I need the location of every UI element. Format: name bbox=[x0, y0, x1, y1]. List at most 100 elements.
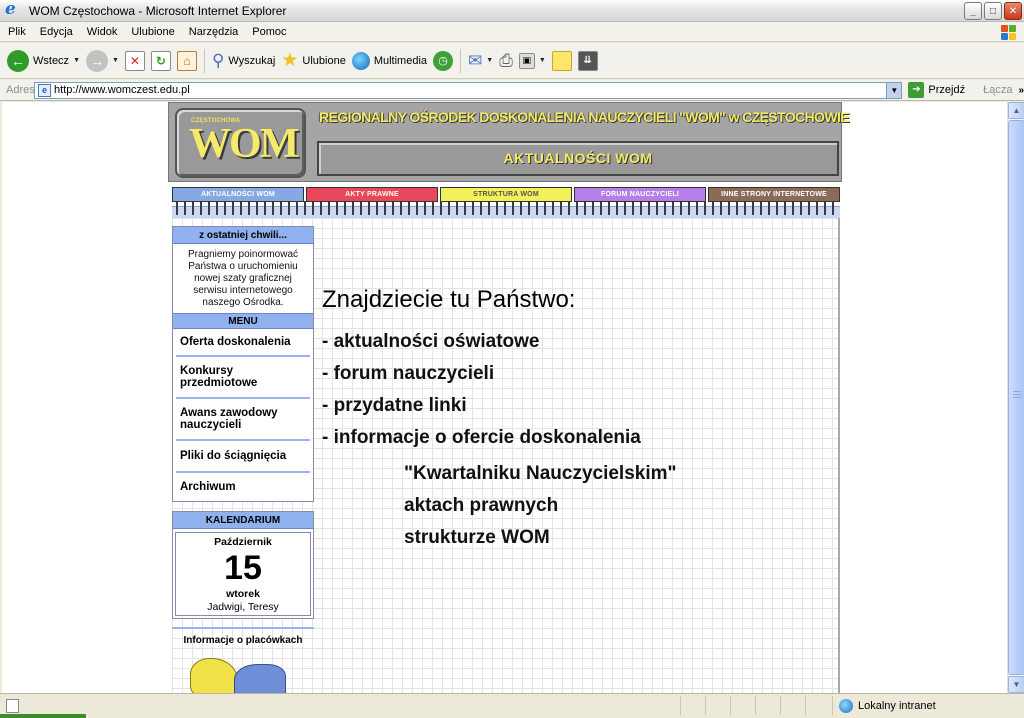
search-button[interactable]: ⚲ Wyszukaj bbox=[209, 46, 278, 76]
note-icon bbox=[551, 50, 572, 71]
minimize-button[interactable]: _ bbox=[964, 2, 982, 20]
nav-tab-structure[interactable]: STRUKTURA WOM bbox=[440, 187, 572, 202]
menu-item-archive[interactable]: Archiwum bbox=[176, 473, 310, 501]
menu-edit[interactable]: Edycja bbox=[33, 26, 80, 38]
nav-tab-news[interactable]: AKTUALNOŚCI WOM bbox=[172, 187, 304, 202]
calendar-panel: KALENDARIUM Październik 15 wtorek Jadwig… bbox=[172, 511, 314, 619]
news-flash-text: Pragniemy poinormować Państwa o uruchomi… bbox=[187, 249, 299, 308]
menu-heading: MENU bbox=[173, 313, 313, 329]
address-dropdown-icon[interactable]: ▼ bbox=[886, 82, 902, 98]
menu-bar: Plik Edycja Widok Ulubione Narzędzia Pom… bbox=[0, 22, 1024, 42]
calendar-weekday: wtorek bbox=[226, 588, 260, 600]
wom-page: CZĘSTOCHOWA WOM REGIONALNY OŚRODEK DOSKO… bbox=[168, 102, 850, 693]
links-label[interactable]: Łącza bbox=[983, 84, 1012, 96]
news-flash-heading: z ostatniej chwili... bbox=[173, 227, 313, 244]
menu-help[interactable]: Pomoc bbox=[245, 26, 293, 38]
news-flash-panel: z ostatniej chwili... Pragniemy poinormo… bbox=[172, 226, 314, 502]
status-pane bbox=[705, 696, 730, 715]
logo-text: WOM bbox=[189, 121, 299, 167]
restore-button[interactable]: □ bbox=[984, 2, 1002, 20]
favorites-button[interactable]: ★ Ulubione bbox=[278, 46, 348, 76]
status-pane bbox=[730, 696, 755, 715]
nav-tab-other-sites[interactable]: INNE STRONY INTERNETOWE bbox=[708, 187, 840, 202]
internet-explorer-icon bbox=[5, 0, 21, 19]
toolbar-separator bbox=[203, 48, 205, 73]
go-label: Przejdź bbox=[928, 84, 966, 96]
content-subitem: aktach prawnych bbox=[404, 495, 559, 516]
discuss-button[interactable] bbox=[549, 46, 575, 76]
stop-button[interactable]: ✕ bbox=[122, 46, 148, 76]
page-icon: e bbox=[38, 83, 51, 97]
print-button[interactable]: ⎙ bbox=[496, 46, 516, 76]
status-pane bbox=[755, 696, 780, 715]
history-button[interactable]: ◷ bbox=[430, 46, 456, 76]
content-bullet: - informacje o ofercie doskonalenia bbox=[322, 427, 641, 448]
calendar-month: Październik bbox=[214, 536, 272, 548]
scroll-up-arrow-icon[interactable]: ▲ bbox=[1008, 102, 1024, 119]
page-viewport: CZĘSTOCHOWA WOM REGIONALNY OŚRODEK DOSKO… bbox=[2, 102, 1007, 693]
address-url[interactable]: http://www.womczest.edu.pl bbox=[54, 84, 190, 96]
history-icon: ◷ bbox=[433, 50, 454, 71]
status-pane bbox=[680, 696, 705, 715]
star-icon: ★ bbox=[281, 50, 299, 71]
calendar-day: 15 bbox=[224, 549, 262, 587]
nav-tab-legal-acts[interactable]: AKTY PRAWNE bbox=[306, 187, 438, 202]
forward-button[interactable]: → ▼ bbox=[83, 46, 122, 76]
favorites-label: Ulubione bbox=[302, 54, 346, 67]
search-label: Wyszukaj bbox=[228, 54, 276, 67]
content-bullet: - forum nauczycieli bbox=[322, 363, 495, 384]
menu-item-training-offer[interactable]: Oferta doskonalenia bbox=[176, 329, 310, 357]
menu-item-downloads[interactable]: Pliki do ściągnięcia bbox=[176, 441, 310, 473]
menu-item-subject-contests[interactable]: Konkursy przedmiotowe bbox=[176, 357, 310, 399]
refresh-icon: ↻ bbox=[150, 50, 171, 71]
home-button[interactable]: ⌂ bbox=[174, 46, 200, 76]
go-button[interactable]: ➔ Przejdź bbox=[908, 82, 965, 98]
status-bar: Lokalny intranet bbox=[0, 693, 1024, 718]
site-header: CZĘSTOCHOWA WOM REGIONALNY OŚRODEK DOSKO… bbox=[168, 102, 850, 182]
status-pane bbox=[780, 696, 805, 715]
menu-file[interactable]: Plik bbox=[0, 26, 33, 38]
back-dropdown-icon[interactable]: ▼ bbox=[73, 57, 80, 64]
back-button[interactable]: ← Wstecz ▼ bbox=[4, 46, 83, 76]
window-controls: _ □ ✕ bbox=[964, 2, 1022, 20]
research-button[interactable]: ⇊ bbox=[575, 46, 601, 76]
mail-button[interactable]: ✉ ▼ bbox=[465, 46, 496, 76]
nav-tab-teachers-forum[interactable]: FORUM NAUCZYCIELI bbox=[574, 187, 706, 202]
links-chevron-icon[interactable]: » bbox=[1018, 85, 1024, 96]
vertical-scrollbar[interactable]: ▲ ▼ bbox=[1007, 102, 1024, 693]
window-title: WOM Częstochowa - Microsoft Internet Exp… bbox=[29, 3, 287, 18]
research-icon: ⇊ bbox=[577, 50, 598, 71]
security-zone[interactable]: Lokalny intranet bbox=[832, 696, 936, 715]
edit-dropdown-icon[interactable]: ▼ bbox=[539, 57, 546, 64]
forward-arrow-icon: → bbox=[86, 49, 108, 72]
menu-view[interactable]: Widok bbox=[80, 26, 125, 38]
map-region-blue[interactable] bbox=[234, 664, 286, 693]
windows-logo-icon bbox=[1000, 24, 1016, 40]
region-map[interactable] bbox=[172, 652, 314, 693]
branches-title[interactable]: Informacje o placówkach bbox=[172, 635, 314, 646]
mail-icon: ✉ bbox=[468, 50, 483, 70]
mail-dropdown-icon[interactable]: ▼ bbox=[486, 57, 493, 64]
side-menu: Oferta doskonalenia Konkursy przedmiotow… bbox=[173, 329, 313, 501]
scroll-down-arrow-icon[interactable]: ▼ bbox=[1008, 676, 1024, 693]
close-button[interactable]: ✕ bbox=[1004, 2, 1022, 20]
printer-icon: ⎙ bbox=[499, 50, 513, 70]
content-bullet: - przydatne linki bbox=[322, 395, 467, 416]
map-region-yellow[interactable] bbox=[190, 658, 238, 693]
menu-favorites[interactable]: Ulubione bbox=[124, 26, 181, 38]
content-subitem: strukturze WOM bbox=[404, 527, 550, 548]
page-status-icon bbox=[4, 698, 20, 713]
menu-item-promotion[interactable]: Awans zawodowy nauczycieli bbox=[176, 399, 310, 441]
menu-tools[interactable]: Narzędzia bbox=[182, 26, 246, 38]
forward-dropdown-icon[interactable]: ▼ bbox=[112, 57, 119, 64]
address-label: Adres bbox=[6, 84, 35, 96]
wom-logo[interactable]: CZĘSTOCHOWA WOM bbox=[175, 108, 306, 178]
scrollbar-thumb[interactable] bbox=[1008, 120, 1024, 675]
security-zone-label: Lokalny intranet bbox=[858, 699, 936, 712]
media-button[interactable]: Multimedia bbox=[349, 46, 430, 76]
address-bar: Adres e http://www.womczest.edu.pl ▼ ➔ P… bbox=[0, 80, 1024, 101]
standard-toolbar: ← Wstecz ▼ → ▼ ✕ ↻ ⌂ ⚲ Wyszukaj ★ Ulubio… bbox=[0, 43, 1024, 79]
edit-button[interactable]: ▣ ▼ bbox=[516, 46, 549, 76]
refresh-button[interactable]: ↻ bbox=[148, 46, 174, 76]
address-input[interactable]: e http://www.womczest.edu.pl ▼ bbox=[34, 81, 903, 99]
